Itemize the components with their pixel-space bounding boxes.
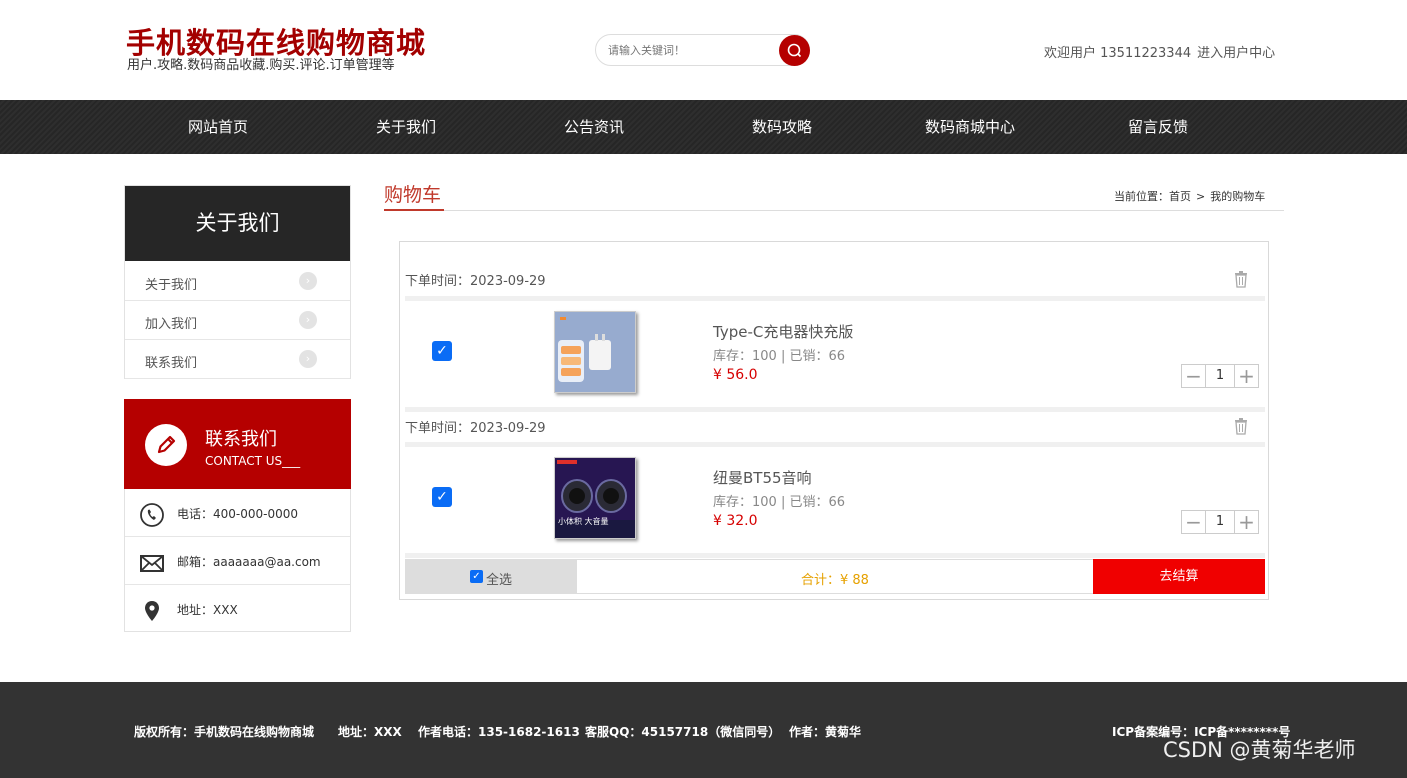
product-image-speaker[interactable]: 小体积 大音量 [554,457,636,539]
sidebar-item-label: 关于我们 [145,278,198,293]
cart-item: ✓ Type-C充电器快充版 库存：100 | 已销：66 ¥ 56.0 − 1… [405,301,1265,411]
contact-email-row: 邮箱：aaaaaaa@aa.com [125,537,350,585]
user-center-link[interactable]: 进入用户中心 [1197,46,1275,61]
nav-home[interactable]: 网站首页 [188,100,248,154]
order-header: 下单时间：2023-09-29 [405,409,1265,443]
contact-phone: 电话：400-000-0000 [177,507,299,521]
sidebar-item-label: 联系我们 [145,356,198,371]
product-meta: 库存：100 | 已销：66 [713,495,845,510]
contact-address: 地址：XXX [177,603,238,617]
heading-underline [384,209,444,211]
breadcrumb-home[interactable]: 首页 [1169,190,1191,203]
site-subtitle: 用户.攻略.数码商品收藏.购买.评论.订单管理等 [127,58,395,73]
select-all-checkbox[interactable]: ✓ [470,570,483,583]
cart-total: 合计：¥ 88 [801,573,869,588]
contact-subtitle: CONTACT US___ [205,454,301,468]
contact-header: 联系我们 CONTACT US___ [124,399,351,489]
page-title: 购物车 [384,184,442,206]
qty-plus-button[interactable]: + [1234,511,1258,533]
footer-copyright: 版权所有：手机数码在线购物商城 [134,725,315,739]
sidebar-contact: 联系我们 CONTACT US___ 电话：400-000-0000 邮箱：aa… [124,399,351,632]
select-all[interactable]: ✓ 全选 [406,560,577,593]
footer-qq: 客服QQ：45157718（微信同号） [585,725,781,739]
product-image-badge: 小体积 大音量 [558,517,609,526]
qty-minus-button[interactable]: − [1182,511,1206,533]
chevron-right-icon: › [299,350,317,368]
qty-minus-button[interactable]: − [1182,365,1206,387]
main-nav: 网站首页 关于我们 公告资讯 数码攻略 数码商城中心 留言反馈 [0,100,1407,154]
pencil-icon [145,424,187,466]
nav-mall[interactable]: 数码商城中心 [925,100,1015,154]
item-checkbox[interactable]: ✓ [432,487,452,507]
sidebar-item-join[interactable]: 加入我们 › [125,301,350,340]
contact-email: 邮箱：aaaaaaa@aa.com [177,555,321,569]
search-box [595,34,810,66]
contact-address-row: 地址：XXX [125,585,350,633]
chevron-right-icon: › [299,311,317,329]
trash-icon[interactable] [1233,270,1249,288]
breadcrumb: 当前位置：首页 > 我的购物车 [1114,188,1265,204]
select-all-label: 全选 [486,573,513,588]
search-icon [787,43,802,58]
quantity-stepper: − 1 + [1181,510,1259,534]
product-price: ¥ 56.0 [713,367,758,383]
search-button[interactable] [779,35,810,66]
heading-divider [384,210,1284,211]
qty-plus-button[interactable]: + [1234,365,1258,387]
qty-value[interactable]: 1 [1206,511,1234,533]
product-name[interactable]: 纽曼BT55音响 [713,467,812,488]
mail-icon [140,555,164,572]
breadcrumb-separator: > [1196,190,1206,203]
nav-about[interactable]: 关于我们 [376,100,436,154]
phone-icon [140,503,164,527]
user-welcome: 欢迎用户 13511223344 进入用户中心 [1044,42,1275,61]
qty-value[interactable]: 1 [1206,365,1234,387]
watermark: CSDN @黄菊华老师 [1163,738,1356,762]
cart-panel: 下单时间：2023-09-29 ✓ Type-C充电器快充版 库存：100 | … [399,241,1269,600]
cart-summary-bar: ✓ 全选 合计：¥ 88 去结算 [405,559,1265,594]
sidebar-item-contact[interactable]: 联系我们 › [125,340,350,379]
product-meta: 库存：100 | 已销：66 [713,349,845,364]
breadcrumb-label: 当前位置： [1114,190,1169,203]
sidebar-item-about[interactable]: 关于我们 › [125,262,350,301]
order-header: 下单时间：2023-09-29 [405,262,1265,296]
footer-author-phone: 作者电话：135-1682-1613 [418,725,580,739]
product-image-charger[interactable] [554,311,636,393]
product-price: ¥ 32.0 [713,513,758,529]
checkout-button[interactable]: 去结算 [1093,559,1265,594]
search-input[interactable] [608,41,768,59]
sidebar-about-title: 关于我们 [125,186,350,261]
nav-news[interactable]: 公告资讯 [564,100,624,154]
order-divider [405,553,1265,558]
footer-address: 地址：XXX [338,725,402,739]
sidebar-about: 关于我们 关于我们 › 加入我们 › 联系我们 › [124,185,351,379]
footer-author: 作者：黄菊华 [789,725,862,739]
chevron-right-icon: › [299,272,317,290]
quantity-stepper: − 1 + [1181,364,1259,388]
trash-icon[interactable] [1233,417,1249,435]
cart-item: ✓ 小体积 大音量 纽曼BT55音响 库存：100 | 已销：66 ¥ 32.0… [405,447,1265,557]
product-name[interactable]: Type-C充电器快充版 [713,321,853,342]
sidebar-item-label: 加入我们 [145,317,198,332]
contact-title: 联系我们 [205,429,277,450]
contact-phone-row: 电话：400-000-0000 [125,489,350,537]
item-checkbox[interactable]: ✓ [432,341,452,361]
location-pin-icon [145,601,159,621]
order-time: 下单时间：2023-09-29 [405,421,546,436]
nav-guides[interactable]: 数码攻略 [752,100,812,154]
order-time: 下单时间：2023-09-29 [405,274,546,289]
breadcrumb-current: 我的购物车 [1210,190,1266,203]
nav-feedback[interactable]: 留言反馈 [1128,100,1188,154]
welcome-text: 欢迎用户 13511223344 [1044,46,1192,61]
